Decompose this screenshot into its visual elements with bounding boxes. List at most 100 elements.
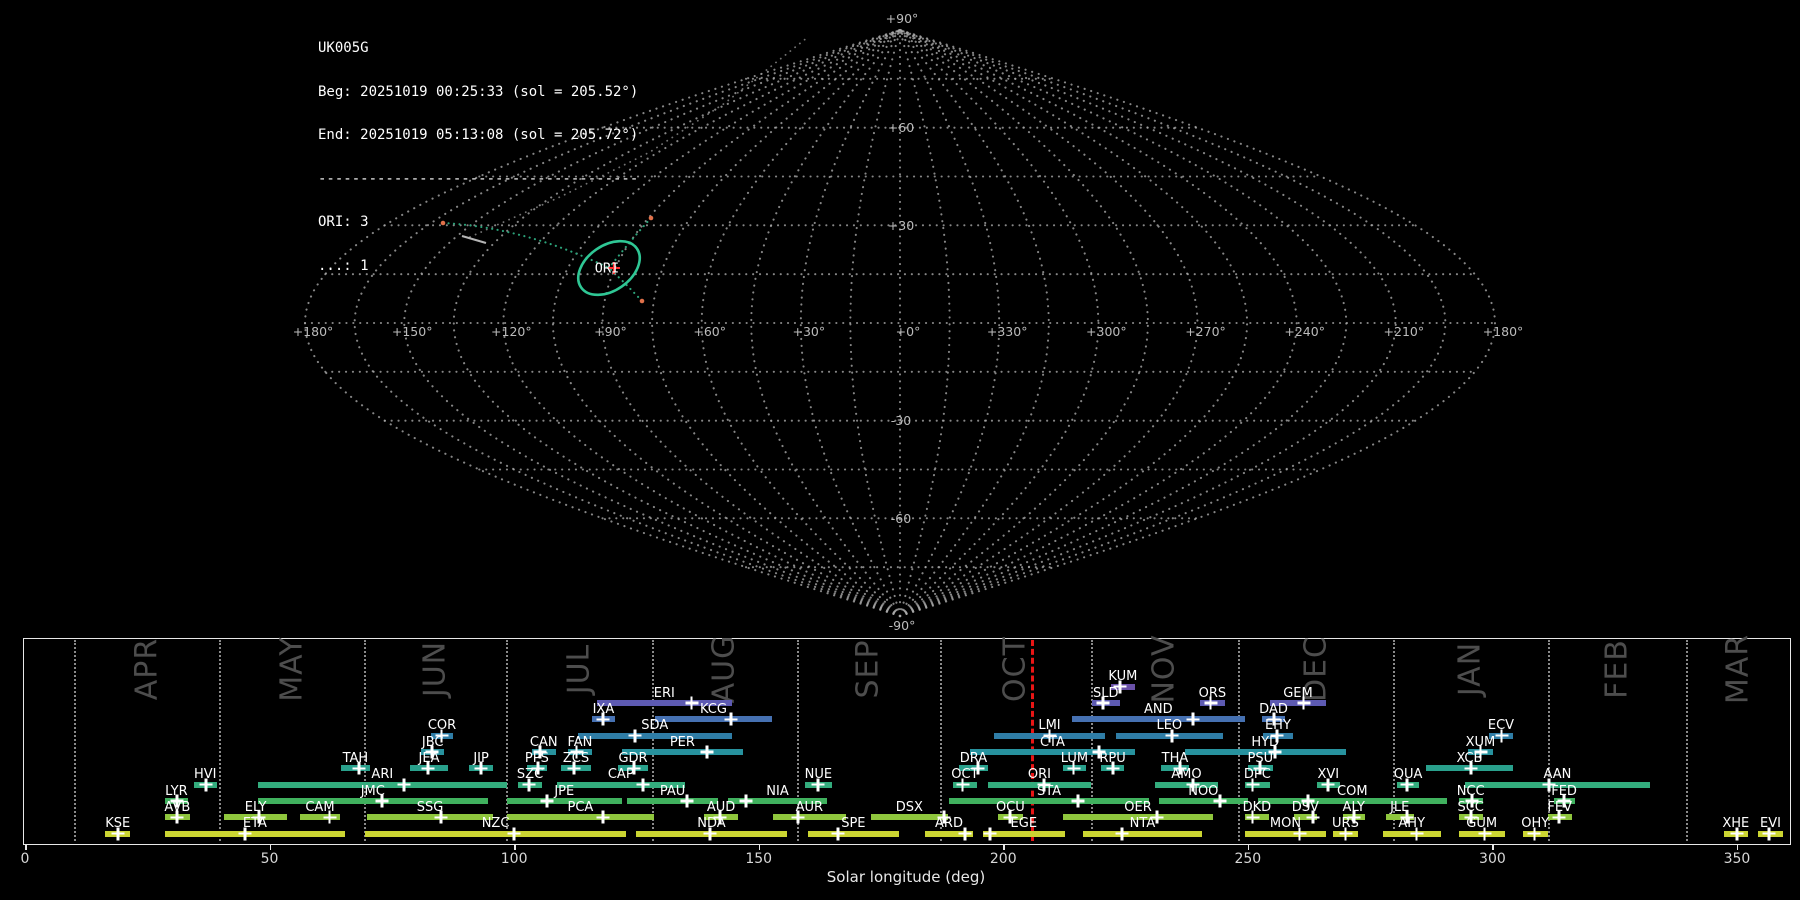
activity-timeline-chart: APR MAY JUN JUL AUG SEP OCT NOV DEC JAN FEB MAR KUM E…: [0, 0, 1800, 900]
shower-peak-ERI: [685, 696, 699, 710]
shower-label-NZC: NZC: [481, 816, 510, 832]
x-tick-label-0: 0: [20, 851, 30, 867]
x-tick-label-250: 250: [1234, 851, 1262, 867]
shower-label-THA: THA: [1161, 750, 1189, 766]
shower-label-MON: MON: [1269, 816, 1302, 832]
month-boundary-JUN: [363, 640, 366, 841]
shower-label-SZC: SZC: [516, 767, 544, 783]
shower-label-HYD: HYD: [1251, 734, 1280, 750]
shower-label-PER: PER: [669, 734, 695, 750]
shower-bar-NTA: [1083, 830, 1202, 837]
shower-label-SSG: SSG: [416, 799, 444, 815]
shower-label-JBC: JBC: [421, 734, 444, 750]
x-tick-150: [758, 844, 761, 850]
shower-bar-STA: [948, 798, 1150, 804]
month-boundary-NOV: [1090, 640, 1093, 841]
shower-label-XCB: XCB: [1456, 750, 1483, 766]
shower-label-CAP: CAP: [607, 767, 634, 783]
month-boundary-AUG: [652, 640, 655, 841]
shower-label-KCG: KCG: [699, 701, 727, 717]
month-boundary-DEC: [1238, 640, 1241, 841]
shower-label-SLD: SLD: [1092, 685, 1119, 701]
shower-label-LMI: LMI: [1038, 718, 1061, 734]
x-tick-100: [514, 844, 516, 850]
shower-label-COM: COM: [1337, 783, 1368, 799]
month-label-SEP: SEP: [850, 639, 886, 699]
shower-label-OCT: OCT: [951, 767, 979, 783]
shower-label-AAN: AAN: [1543, 767, 1572, 783]
shower-peak-PCA: [596, 810, 610, 824]
shower-label-STA: STA: [1036, 783, 1062, 799]
shower-label-SCC: SCC: [1457, 799, 1484, 815]
shower-label-KSE: KSE: [105, 816, 131, 832]
shower-label-DSV: DSV: [1291, 799, 1319, 815]
month-label-OCT: OCT: [997, 636, 1033, 702]
shower-label-PAU: PAU: [659, 783, 686, 799]
shower-label-XVI: XVI: [1317, 767, 1340, 783]
shower-label-AMO: AMO: [1171, 767, 1202, 783]
shower-label-PCA: PCA: [567, 799, 594, 815]
shower-peak-AND: [1186, 712, 1200, 726]
shower-label-AUR: AUR: [795, 799, 824, 815]
shower-label-SPE: SPE: [841, 816, 866, 832]
shower-label-AND: AND: [1144, 701, 1173, 717]
shower-label-ARD: ARD: [935, 816, 963, 832]
shower-label-PPS: PPS: [524, 750, 549, 766]
shower-label-DRA: DRA: [959, 750, 988, 766]
month-boundary-MAR: [1686, 640, 1689, 841]
shower-bar-JPE: [506, 798, 622, 804]
shower-bar-AUR: [772, 814, 846, 821]
x-tick-300: [1492, 844, 1494, 850]
x-tick-label-50: 50: [260, 851, 279, 867]
x-tick-0: [25, 844, 27, 850]
month-label-JUL: JUL: [561, 643, 597, 695]
shower-label-RPU: RPU: [1099, 750, 1126, 766]
shower-label-NDA: NDA: [697, 816, 726, 832]
shower-label-EVI: EVI: [1760, 816, 1781, 832]
shower-label-XUM: XUM: [1465, 734, 1496, 750]
shower-label-NIA: NIA: [766, 783, 789, 799]
shower-peak-JPE: [540, 794, 554, 808]
shower-label-OCU: OCU: [995, 799, 1025, 815]
shower-label-DAD: DAD: [1259, 701, 1288, 717]
month-label-MAY: MAY: [274, 636, 310, 702]
shower-label-LEO: LEO: [1156, 718, 1183, 734]
shower-label-ORS: ORS: [1198, 685, 1227, 701]
shower-label-ZCS: ZCS: [562, 750, 590, 766]
shower-bar-KCG: [655, 716, 772, 723]
current-sol-line: [1030, 640, 1034, 841]
shower-label-AUD: AUD: [706, 799, 736, 815]
shower-label-DSX: DSX: [895, 799, 923, 815]
shower-label-AHY: AHY: [1398, 816, 1426, 832]
shower-label-FED: FED: [1551, 783, 1577, 799]
shower-label-KUM: KUM: [1108, 669, 1138, 685]
shower-label-DPC: DPC: [1243, 767, 1271, 783]
shower-label-ETA: ETA: [242, 816, 267, 832]
shower-label-EHY: EHY: [1264, 718, 1291, 734]
shower-bar-MON: [1244, 830, 1327, 837]
shower-bar-SPE: [807, 830, 900, 837]
month-boundary-APR: [73, 640, 76, 841]
shower-label-AVB: AVB: [164, 799, 191, 815]
shower-label-JIP: JIP: [473, 750, 489, 766]
shower-label-NCC: NCC: [1456, 783, 1485, 799]
meteor-radiant-screen: +90° -90° +60 +30 -30 -60 +180° +150° +120° +90° +…: [0, 0, 1800, 900]
shower-peak-NZC: [507, 827, 521, 841]
shower-label-JMC: JMC: [360, 783, 385, 799]
shower-bar-PAU: [627, 798, 719, 804]
shower-bar-NZC: [364, 830, 627, 837]
shower-label-ARI: ARI: [371, 767, 394, 783]
shower-label-CAM: CAM: [305, 799, 335, 815]
shower-peak-CAP: [636, 778, 650, 792]
month-label-MAR: MAR: [1720, 633, 1756, 705]
shower-label-LUM: LUM: [1060, 750, 1089, 766]
shower-label-GDR: GDR: [618, 750, 648, 766]
shower-label-NUE: NUE: [804, 767, 833, 783]
shower-bar-JMC: [257, 798, 488, 804]
shower-label-QUA: QUA: [1393, 767, 1423, 783]
shower-label-FAN: FAN: [567, 734, 593, 750]
shower-peak-EGE: [983, 827, 997, 841]
shower-label-ELY: ELY: [244, 799, 267, 815]
month-label-JUN: JUN: [417, 640, 453, 698]
shower-peak-PER: [700, 745, 714, 759]
